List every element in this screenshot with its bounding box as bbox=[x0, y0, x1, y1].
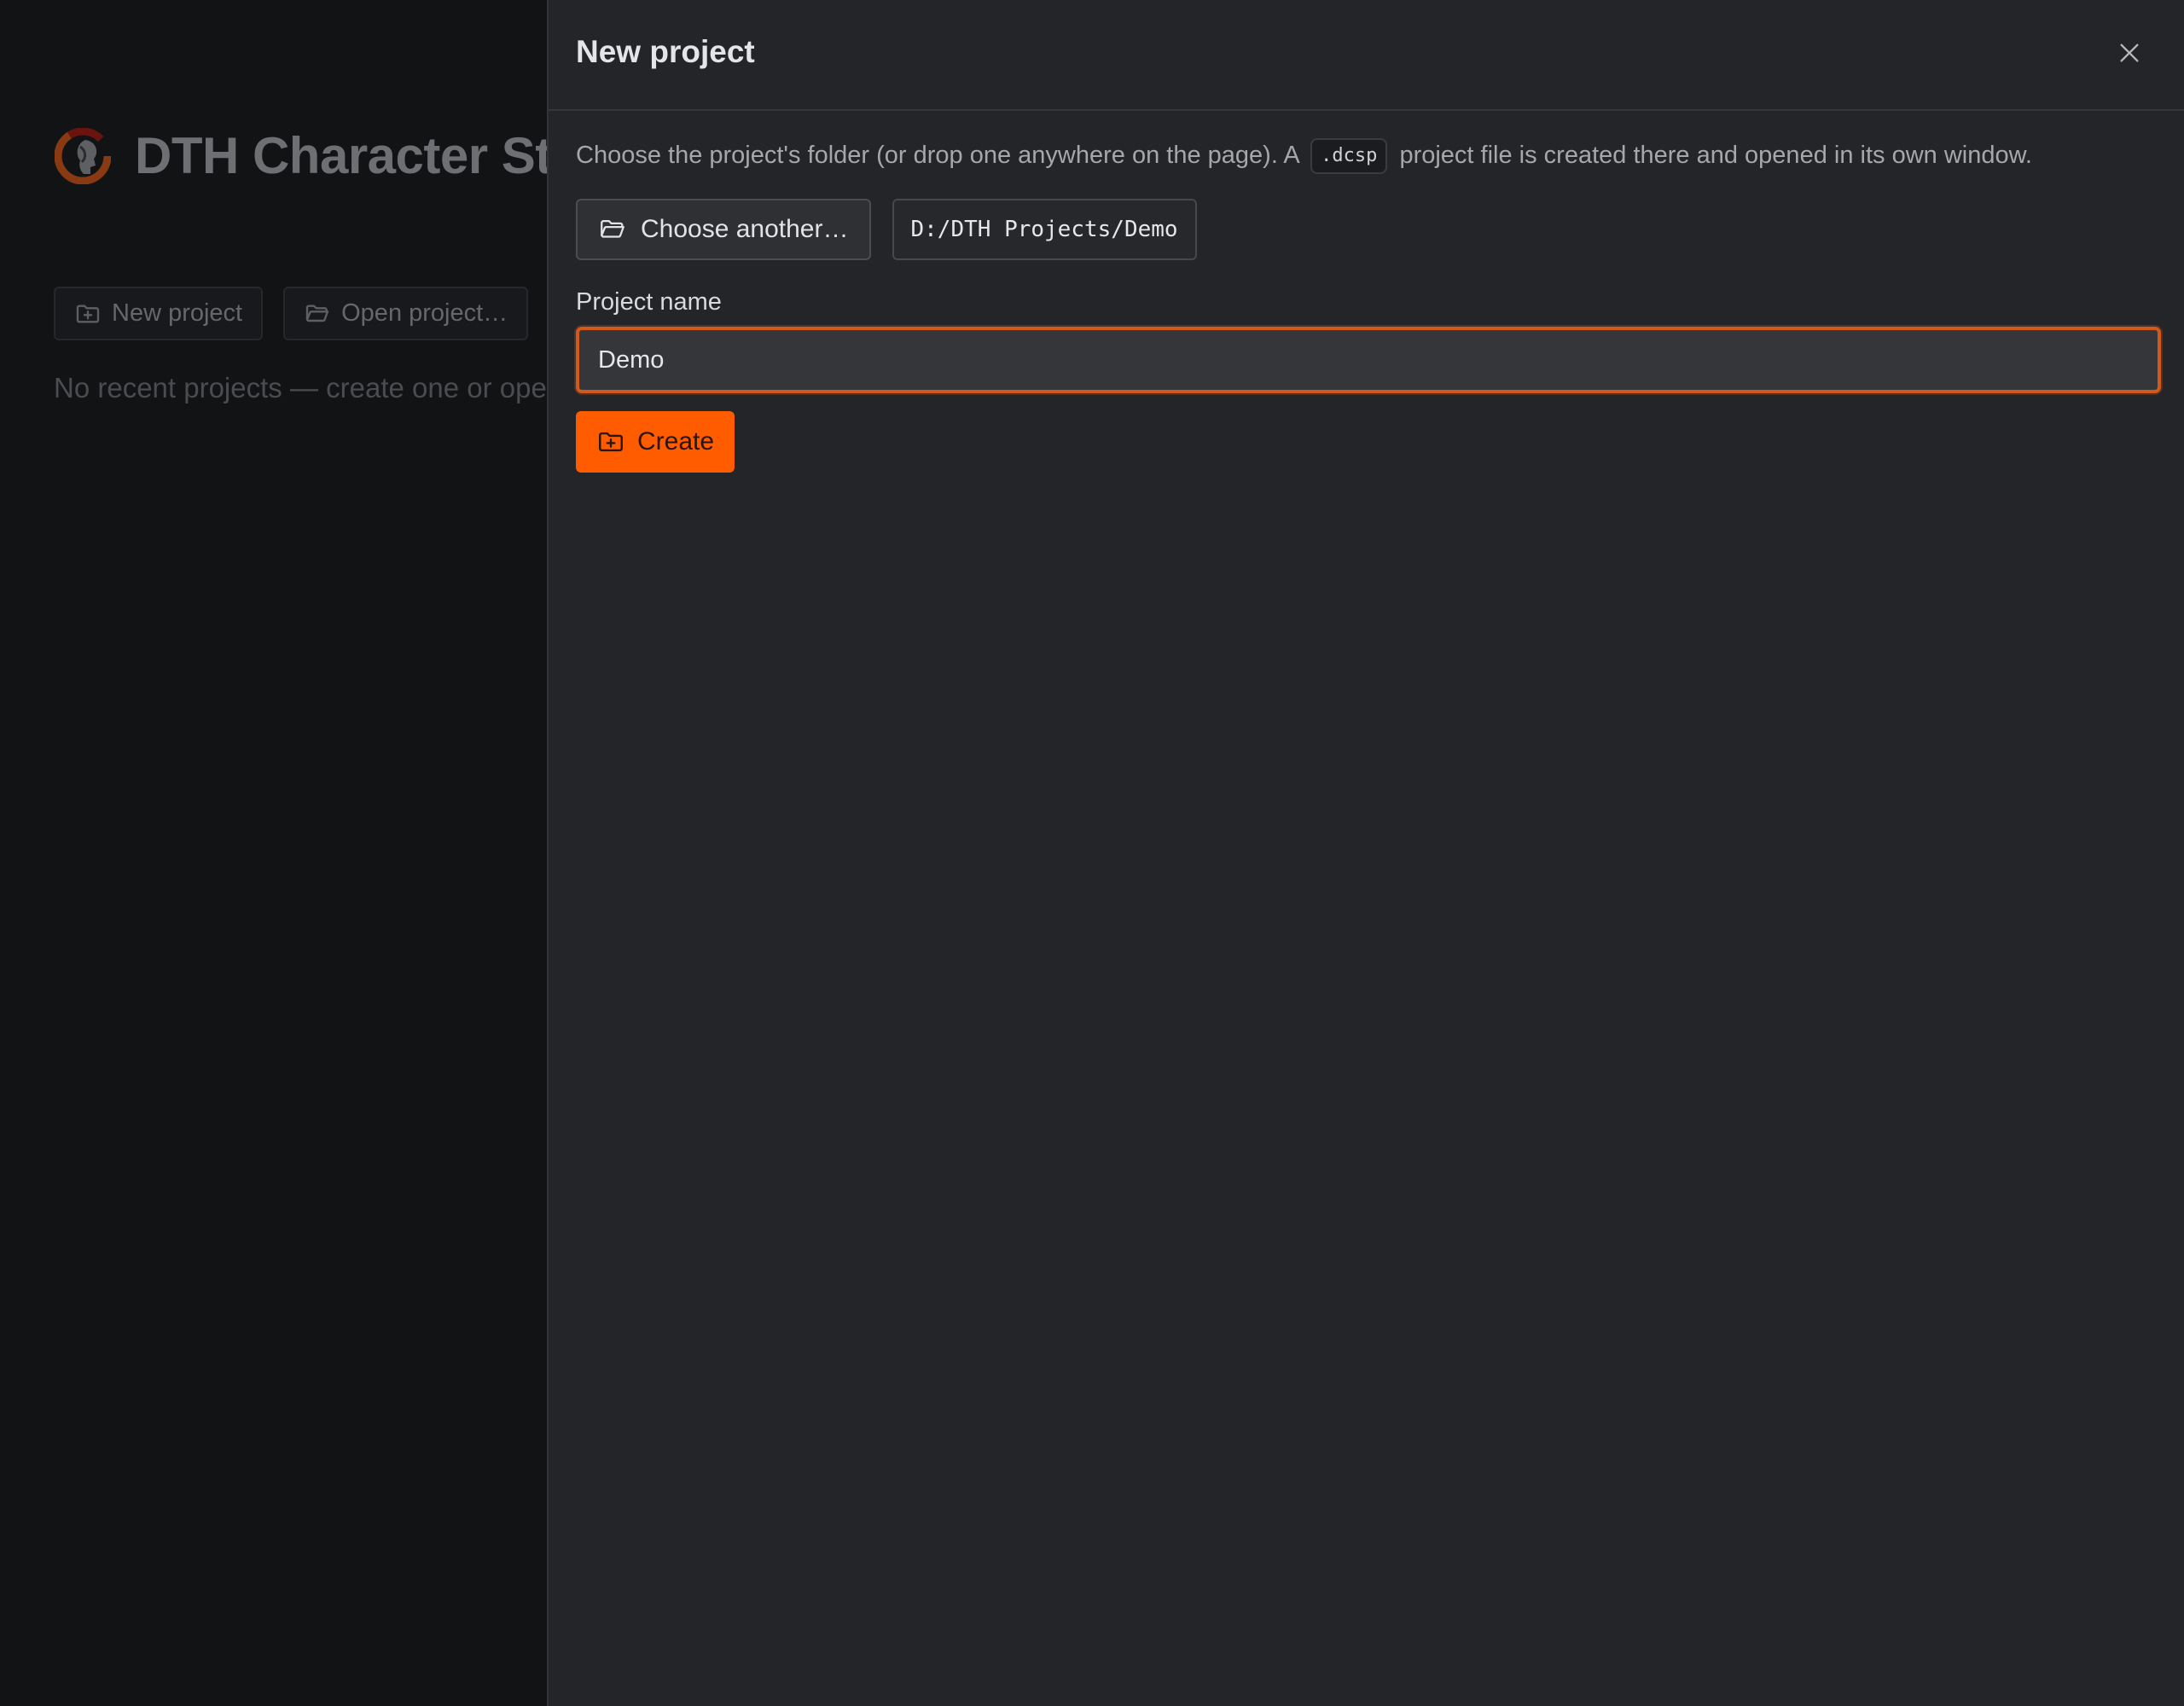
project-name-label: Project name bbox=[576, 288, 722, 316]
drawer-title: New project bbox=[576, 34, 755, 69]
close-button[interactable] bbox=[2112, 36, 2146, 70]
folder-row: Choose another… D:/DTH Projects/Demo bbox=[576, 199, 1197, 260]
choose-folder-button[interactable]: Choose another… bbox=[576, 199, 871, 260]
app-header: DTH Character St bbox=[55, 126, 548, 185]
app-logo-icon bbox=[55, 127, 111, 184]
choose-folder-label: Choose another… bbox=[641, 215, 849, 243]
new-project-drawer: New project Choose the project's folder … bbox=[547, 0, 2184, 1706]
drawer-description: Choose the project's folder (or drop one… bbox=[576, 136, 2032, 175]
start-page-background: DTH Character St New project Open projec… bbox=[0, 0, 548, 1706]
folder-plus-icon bbox=[76, 304, 100, 323]
new-project-button[interactable]: New project bbox=[54, 287, 264, 340]
open-project-label: Open project… bbox=[341, 299, 508, 327]
folder-path: D:/DTH Projects/Demo bbox=[892, 199, 1197, 260]
recent-projects-empty-state: No recent projects — create one or oper bbox=[54, 372, 548, 403]
description-text-end: project file is created there and opened… bbox=[1399, 142, 2032, 169]
description-text-start: Choose the project's folder (or drop one… bbox=[576, 142, 1299, 169]
folder-open-icon bbox=[305, 304, 329, 322]
close-icon bbox=[2120, 44, 2139, 62]
drawer-header: New project bbox=[549, 0, 2184, 111]
project-name-input[interactable] bbox=[576, 327, 2161, 393]
create-button[interactable]: Create bbox=[576, 411, 735, 473]
folder-open-icon bbox=[601, 219, 624, 238]
open-project-button[interactable]: Open project… bbox=[283, 287, 529, 340]
folder-plus-icon bbox=[599, 432, 623, 452]
start-actions: New project Open project… r bbox=[54, 287, 548, 340]
new-project-label: New project bbox=[112, 299, 243, 327]
create-label: Create bbox=[637, 427, 715, 456]
file-extension-chip: .dcsp bbox=[1310, 138, 1388, 175]
app-title: DTH Character St bbox=[135, 127, 548, 184]
